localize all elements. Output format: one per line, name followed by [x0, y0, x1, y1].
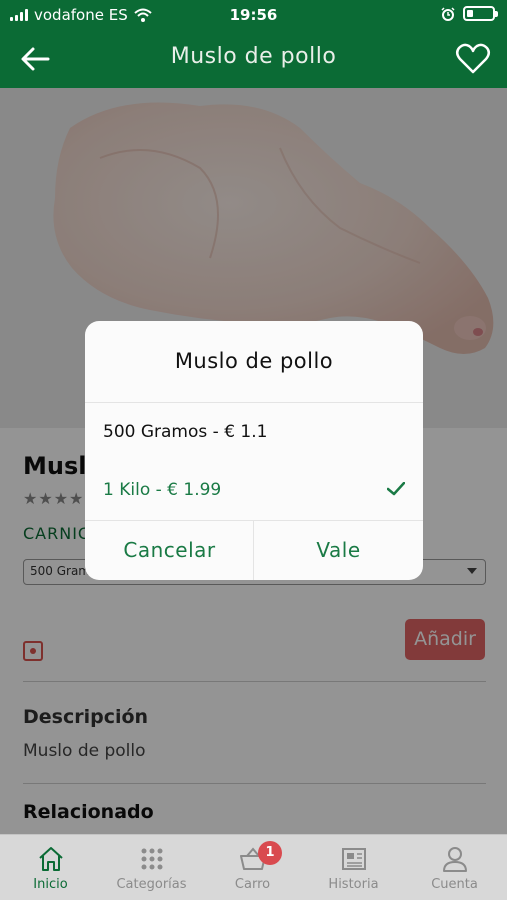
tab-label: Cuenta: [431, 877, 478, 892]
cart-count-badge: 1: [258, 841, 282, 865]
app-bar: Muslo de pollo: [0, 30, 507, 88]
status-bar: vodafone ES 19:56: [0, 0, 507, 30]
clock: 19:56: [229, 6, 278, 24]
alarm-icon: [441, 6, 455, 21]
divider: [85, 402, 423, 403]
checkmark-icon: [387, 482, 405, 496]
heart-icon[interactable]: [455, 42, 491, 76]
tab-inicio[interactable]: Inicio: [0, 835, 101, 900]
cancel-button[interactable]: Cancelar: [85, 521, 254, 580]
ok-button[interactable]: Vale: [254, 521, 423, 580]
status-right: [441, 6, 498, 21]
grid-icon: [141, 848, 162, 870]
tab-carro[interactable]: 1 Carro: [202, 835, 303, 900]
page-title: Muslo de pollo: [170, 44, 337, 69]
variant-dialog: Muslo de pollo 500 Gramos - € 1.1 1 Kilo…: [85, 321, 423, 580]
bottom-tab-bar: Inicio Categorías 1 Carro Historia Cuent…: [0, 834, 507, 900]
tab-label: Categorías: [116, 877, 187, 892]
option-label: 500 Gramos - € 1.1: [103, 422, 268, 442]
tab-historia[interactable]: Historia: [303, 835, 404, 900]
battery-icon: [463, 6, 498, 21]
option-label: 1 Kilo - € 1.99: [103, 480, 222, 500]
tab-label: Historia: [328, 877, 379, 892]
dialog-option-selected[interactable]: 1 Kilo - € 1.99: [85, 462, 423, 520]
tab-cuenta[interactable]: Cuenta: [404, 835, 505, 900]
user-icon: [442, 847, 467, 872]
dialog-title: Muslo de pollo: [174, 349, 334, 373]
newspaper-icon: [341, 848, 366, 870]
tab-categorias[interactable]: Categorías: [101, 835, 202, 900]
home-icon: [38, 847, 63, 871]
dialog-option[interactable]: 500 Gramos - € 1.1: [85, 404, 423, 462]
tab-label: Inicio: [33, 877, 68, 892]
tab-label: Carro: [234, 877, 271, 892]
